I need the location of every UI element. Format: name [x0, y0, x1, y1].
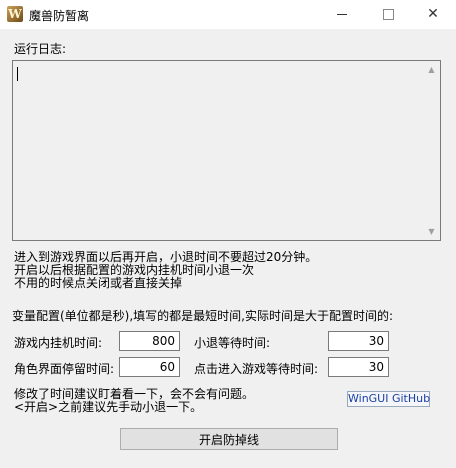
enter-game-wait-input[interactable] — [328, 357, 389, 377]
scroll-up-icon[interactable]: ▲ — [423, 61, 440, 78]
log-scrollbar[interactable]: ▲ ▼ — [423, 61, 440, 240]
idle-time-input[interactable] — [119, 331, 180, 351]
minimize-icon — [337, 13, 347, 15]
window-title: 魔兽防暂离 — [29, 9, 90, 23]
title-bar: W 魔兽防暂离 ✕ — [0, 0, 456, 29]
info-line-3: 不用的时候点关闭或者直接关掉 — [14, 276, 183, 290]
close-icon: ✕ — [427, 6, 439, 22]
minimize-button[interactable] — [319, 0, 365, 29]
maximize-button[interactable] — [365, 0, 411, 29]
maximize-icon — [382, 8, 394, 20]
log-label: 运行日志: — [14, 42, 67, 56]
enter-game-wait-label: 点击进入游戏等待时间: — [194, 362, 319, 376]
hint-line-2: <开启>之前建议先手动小退一下。 — [14, 400, 203, 414]
text-caret — [17, 67, 18, 81]
scroll-down-icon[interactable]: ▼ — [423, 223, 440, 240]
logout-wait-label: 小退等待时间: — [194, 336, 271, 350]
start-button[interactable]: 开启防掉线 — [120, 428, 338, 450]
app-icon: W — [7, 6, 23, 22]
github-link[interactable]: WinGUI GitHub — [347, 391, 430, 407]
close-button[interactable]: ✕ — [410, 0, 456, 29]
config-note: 变量配置(单位都是秒),填写的都是最短时间,实际时间是大于配置时间的: — [12, 309, 394, 323]
char-screen-label: 角色界面停留时间: — [14, 362, 115, 376]
log-textarea[interactable]: ▲ ▼ — [12, 60, 441, 241]
info-line-1: 进入到游戏界面以后再开启，小退时间不要超过20分钟。 — [14, 250, 318, 264]
info-line-2: 开启以后根据配置的游戏内挂机时间小退一次 — [14, 263, 255, 277]
idle-time-label: 游戏内挂机时间: — [14, 336, 103, 350]
char-screen-input[interactable] — [119, 357, 180, 377]
logout-wait-input[interactable] — [328, 331, 389, 351]
